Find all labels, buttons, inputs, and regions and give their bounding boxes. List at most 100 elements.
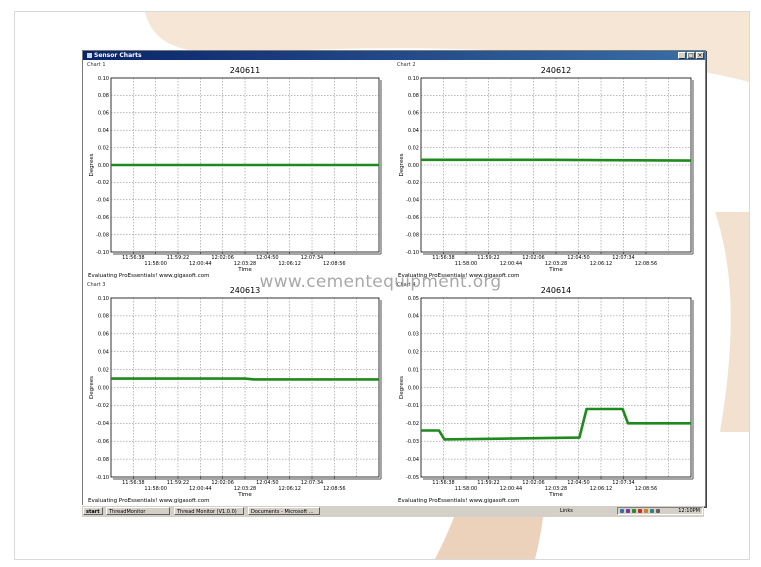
y-tick-label: 0.02	[408, 145, 419, 151]
y-tick-label: 0.04	[98, 128, 109, 134]
x-axis-label: Time	[237, 492, 252, 498]
taskbar-item-threadmonitor[interactable]: ThreadMonitor	[106, 507, 170, 515]
window-titlebar[interactable]: Sensor Charts _ □ ×	[83, 51, 705, 60]
taskbar: start ThreadMonitor Thread Monitor (V1.0…	[82, 505, 704, 517]
x-tick-label: 12:00:44	[500, 486, 522, 492]
chart-panel-1: Chart 1 240611 0.10 0.08 0.06 0.04 0.02 0.00 -0…	[85, 62, 391, 279]
data-series-line	[111, 377, 379, 381]
tray-app-icon[interactable]	[626, 509, 630, 513]
taskbar-item-documents[interactable]: Documents - Microsoft ...	[248, 507, 320, 515]
y-tick-label: 0.02	[98, 367, 109, 373]
y-axis-label: Degrees	[399, 376, 405, 399]
y-tick-label: 0.06	[98, 332, 109, 338]
taskbar-item-thread-monitor[interactable]: Thread Monitor (V1.0.0)	[174, 507, 244, 515]
y-axis-label: Degrees	[89, 153, 95, 176]
y-tick-label: 0.10	[98, 76, 109, 82]
y-tick-label: -0.10	[406, 250, 419, 256]
tray-update-icon[interactable]	[644, 509, 648, 513]
x-tick-label: 12:04:50	[256, 255, 278, 261]
x-tick-label: 11:56:38	[432, 480, 454, 486]
x-tick-label: 11:58:00	[455, 261, 477, 267]
y-tick-label: 0.08	[98, 93, 109, 99]
links-toolbar[interactable]: Links	[560, 507, 573, 515]
x-tick-label: 11:59:22	[477, 480, 499, 486]
chart-4: 2406140.050.040.030.020.010.00-0.01-0.02…	[398, 286, 694, 504]
y-tick-label: -0.08	[96, 457, 109, 463]
x-tick-label: 12:08:56	[635, 261, 657, 267]
taskbar-clock: 12:10PM	[678, 508, 700, 514]
y-tick-label: 0.04	[98, 350, 109, 356]
x-tick-label: 12:00:44	[189, 261, 211, 267]
y-axis-label: Degrees	[89, 376, 95, 399]
tray-shield-icon[interactable]	[632, 509, 636, 513]
y-tick-label: -0.02	[96, 180, 109, 186]
y-tick-label: 0.01	[408, 367, 419, 373]
y-tick-label: 0.10	[98, 296, 109, 302]
x-tick-label: 12:06:12	[278, 486, 300, 492]
y-axis-label: Degrees	[399, 153, 405, 176]
y-tick-label: -0.08	[96, 232, 109, 238]
x-tick-label: 12:07:34	[301, 255, 323, 261]
data-series-line	[421, 158, 692, 162]
evaluation-footer: Evaluating ProEssentials! www.gigasoft.c…	[88, 498, 209, 504]
y-tick-label: -0.10	[96, 250, 109, 256]
tray-sync-icon[interactable]	[650, 509, 654, 513]
x-tick-label: 12:08:56	[323, 261, 345, 267]
maximize-button[interactable]: □	[687, 52, 695, 59]
y-tick-label: 0.06	[408, 111, 419, 117]
x-tick-label: 11:59:22	[167, 480, 189, 486]
y-tick-label: -0.08	[406, 232, 419, 238]
close-button[interactable]: ×	[696, 52, 704, 59]
y-tick-label: -0.04	[406, 198, 419, 204]
y-tick-label: 0.02	[98, 145, 109, 151]
chart-3: 2406130.100.080.060.040.020.00-0.02-0.04…	[88, 286, 382, 504]
x-tick-label: 12:06:12	[590, 486, 612, 492]
y-tick-label: 0.05	[408, 296, 419, 302]
y-tick-label: 0.08	[98, 314, 109, 320]
y-tick-label: -0.04	[96, 198, 109, 204]
evaluation-footer: Evaluating ProEssentials! www.gigasoft.c…	[398, 498, 519, 504]
x-tick-label: 11:58:00	[144, 261, 166, 267]
y-tick-label: -0.10	[96, 475, 109, 481]
y-tick-label: 0.00	[98, 163, 109, 169]
x-tick-label: 11:56:38	[122, 480, 144, 486]
y-tick-label: 0.08	[408, 93, 419, 99]
x-tick-label: 12:00:44	[189, 486, 211, 492]
x-tick-label: 12:07:34	[612, 480, 634, 486]
minimize-button[interactable]: _	[678, 52, 686, 59]
x-tick-label: 12:04:50	[567, 480, 589, 486]
x-tick-label: 11:59:22	[477, 255, 499, 261]
x-tick-label: 12:02:06	[522, 255, 544, 261]
x-tick-label: 11:59:22	[167, 255, 189, 261]
x-tick-label: 12:02:06	[522, 480, 544, 486]
x-tick-label: 12:08:56	[323, 486, 345, 492]
x-tick-label: 12:07:34	[612, 255, 634, 261]
tray-alert-icon[interactable]	[638, 509, 642, 513]
y-tick-label: -0.02	[96, 403, 109, 409]
y-tick-label: 0.04	[408, 128, 419, 134]
window-title: Sensor Charts	[87, 51, 142, 60]
chart-panel-2: Chart 2 240612 0.10 0.08 0.06 0.04 0.02 0.00 -0…	[395, 62, 703, 279]
watermark-text: www.cementequipment.org	[259, 272, 502, 292]
x-tick-label: 12:04:50	[256, 480, 278, 486]
x-tick-label: 12:02:06	[211, 480, 233, 486]
start-button[interactable]: start	[83, 507, 103, 515]
x-tick-label: 12:04:50	[567, 255, 589, 261]
y-tick-label: 0.00	[408, 385, 419, 391]
y-tick-label: -0.03	[406, 439, 419, 445]
chart-1: 240611 0.10 0.08 0.06 0.04 0.02 0.00 -0.02 -0.04…	[88, 66, 382, 279]
y-tick-label: -0.04	[96, 421, 109, 427]
system-tray: 12:10PM	[617, 507, 703, 515]
y-tick-label: -0.06	[96, 215, 109, 221]
x-tick-label: 12:02:06	[211, 255, 233, 261]
tray-network-icon[interactable]	[620, 509, 624, 513]
y-tick-label: 0.02	[408, 350, 419, 356]
y-tick-label: -0.01	[406, 403, 419, 409]
chart-2: 240612 0.10 0.08 0.06 0.04 0.02 0.00 -0.02 -0.04…	[398, 66, 694, 279]
y-tick-label: -0.02	[406, 421, 419, 427]
x-tick-label: 12:06:12	[590, 261, 612, 267]
chart-title: 240612	[541, 66, 572, 75]
y-tick-label: 0.00	[408, 163, 419, 169]
tray-volume-icon[interactable]	[656, 509, 660, 513]
y-tick-label: 0.03	[408, 332, 419, 338]
